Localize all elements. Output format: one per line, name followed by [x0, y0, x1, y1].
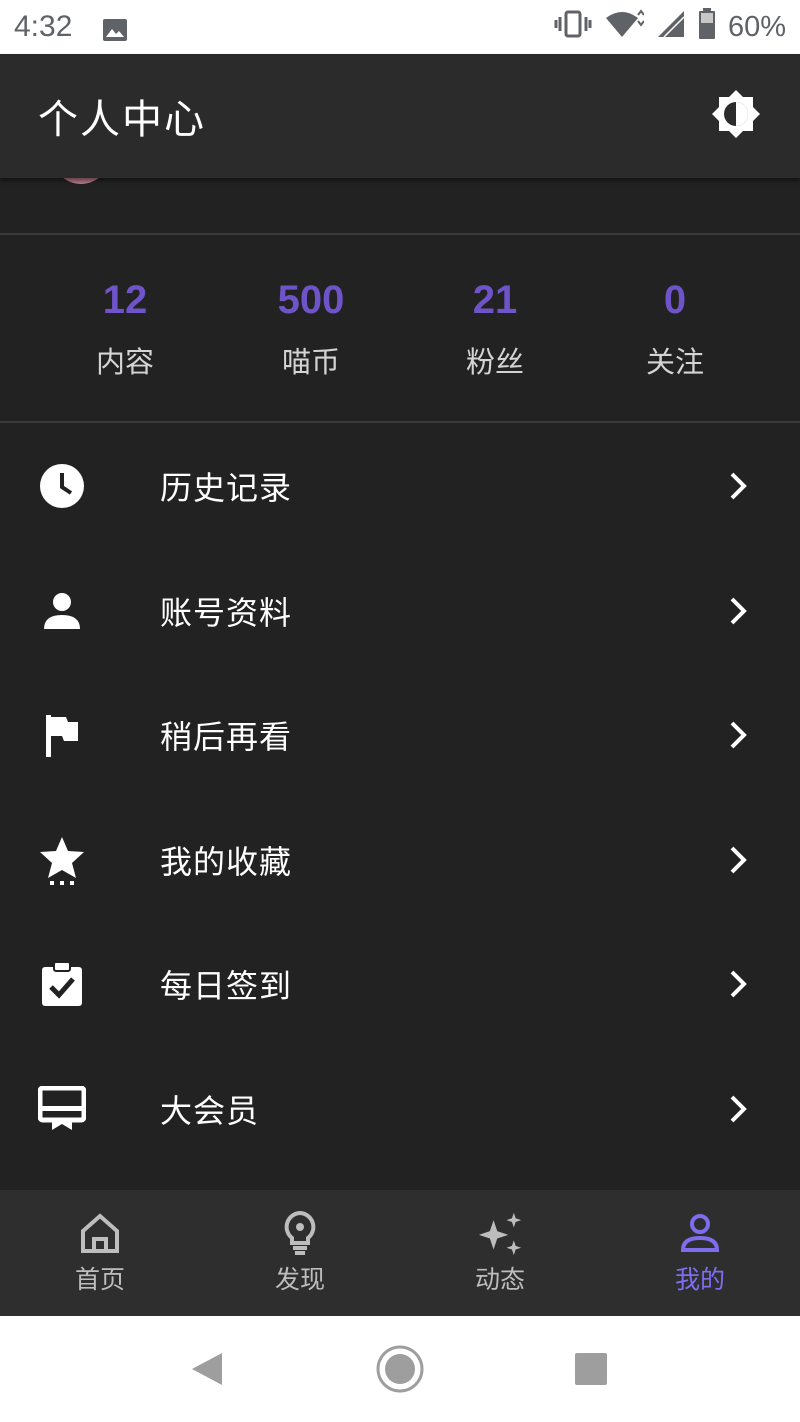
flag-icon [38, 711, 86, 759]
status-bar: 4:32 60% [0, 0, 800, 54]
stat-label: 内容 [95, 344, 154, 379]
menu-list: 历史记录 账号资料 稍后再看 我的收藏 每日签到 大会员 [0, 424, 800, 1171]
nav-item-discover[interactable]: 发现 [200, 1190, 400, 1316]
system-nav-bar [0, 1316, 800, 1422]
theme-toggle-button[interactable] [710, 90, 762, 142]
vibrate-icon [554, 10, 592, 45]
stat-following[interactable]: 0 关注 [618, 236, 732, 422]
wifi-icon [604, 8, 645, 46]
stat-value: 0 [663, 277, 687, 322]
avatar[interactable] [52, 178, 110, 184]
nav-label: 发现 [274, 1265, 325, 1294]
menu-item-label: 大会员 [160, 1091, 260, 1130]
chevron-right-icon [722, 719, 754, 751]
menu-item-history[interactable]: 历史记录 [0, 424, 800, 549]
nav-label: 动态 [474, 1265, 525, 1294]
back-icon[interactable] [190, 1351, 224, 1387]
person-icon [38, 587, 86, 635]
menu-item-account[interactable]: 账号资料 [0, 549, 800, 674]
stat-value: 500 [277, 277, 345, 322]
lightbulb-icon [277, 1210, 323, 1256]
app-bar: 个人中心 [0, 54, 800, 178]
chevron-right-icon [722, 595, 754, 627]
nav-label: 我的 [674, 1265, 725, 1294]
nav-item-mine[interactable]: 我的 [600, 1190, 800, 1316]
menu-item-favorites[interactable]: 我的收藏 [0, 798, 800, 923]
chevron-right-icon [722, 470, 754, 502]
stat-value: 12 [102, 277, 148, 322]
page-title: 个人中心 [38, 97, 206, 143]
sparkle-icon [477, 1210, 523, 1256]
profile-header [0, 178, 800, 234]
clipboard-check-icon [38, 960, 86, 1008]
chevron-right-icon [722, 968, 754, 1000]
stats-row: 12 内容 500 喵币 21 粉丝 0 关注 [0, 236, 800, 422]
stat-label: 关注 [645, 344, 704, 379]
screen: 4:32 60% 个人中心 12 内容 500 喵币 21 粉丝 0 关注 历史… [0, 0, 800, 1422]
menu-item-watch-later[interactable]: 稍后再看 [0, 673, 800, 798]
image-icon [102, 15, 128, 41]
home-button-icon[interactable] [375, 1344, 425, 1394]
star-icon [38, 836, 86, 885]
recents-icon[interactable] [574, 1352, 608, 1386]
status-icons: 60% [554, 7, 786, 47]
divider [0, 233, 800, 235]
battery-icon [698, 7, 716, 47]
bottom-nav: 首页 发现 动态 我的 [0, 1190, 800, 1316]
signal-icon [656, 9, 686, 46]
stat-label: 粉丝 [465, 344, 524, 379]
chevron-right-icon [722, 1093, 754, 1125]
card-membership-icon [38, 1085, 86, 1133]
divider [0, 421, 800, 423]
nav-item-moments[interactable]: 动态 [400, 1190, 600, 1316]
menu-item-label: 我的收藏 [160, 842, 293, 881]
home-icon [77, 1210, 123, 1256]
stat-value: 21 [472, 277, 518, 322]
menu-item-label: 每日签到 [160, 967, 293, 1006]
menu-item-vip[interactable]: 大会员 [0, 1047, 800, 1172]
menu-item-label: 历史记录 [160, 469, 293, 508]
stat-label: 喵币 [281, 344, 340, 379]
menu-item-label: 稍后再看 [160, 718, 293, 757]
menu-item-label: 账号资料 [160, 593, 293, 632]
person-outline-icon [677, 1210, 723, 1256]
nav-item-home[interactable]: 首页 [0, 1190, 200, 1316]
stat-content[interactable]: 12 内容 [0, 236, 250, 422]
menu-item-checkin[interactable]: 每日签到 [0, 922, 800, 1047]
clock-icon [38, 462, 86, 510]
battery-percent: 60% [727, 10, 786, 43]
brightness-icon [710, 88, 762, 144]
chevron-right-icon [722, 844, 754, 876]
nav-label: 首页 [74, 1265, 125, 1294]
stat-coins[interactable]: 500 喵币 [250, 236, 372, 422]
stat-fans[interactable]: 21 粉丝 [372, 236, 618, 422]
status-time: 4:32 [14, 10, 73, 43]
